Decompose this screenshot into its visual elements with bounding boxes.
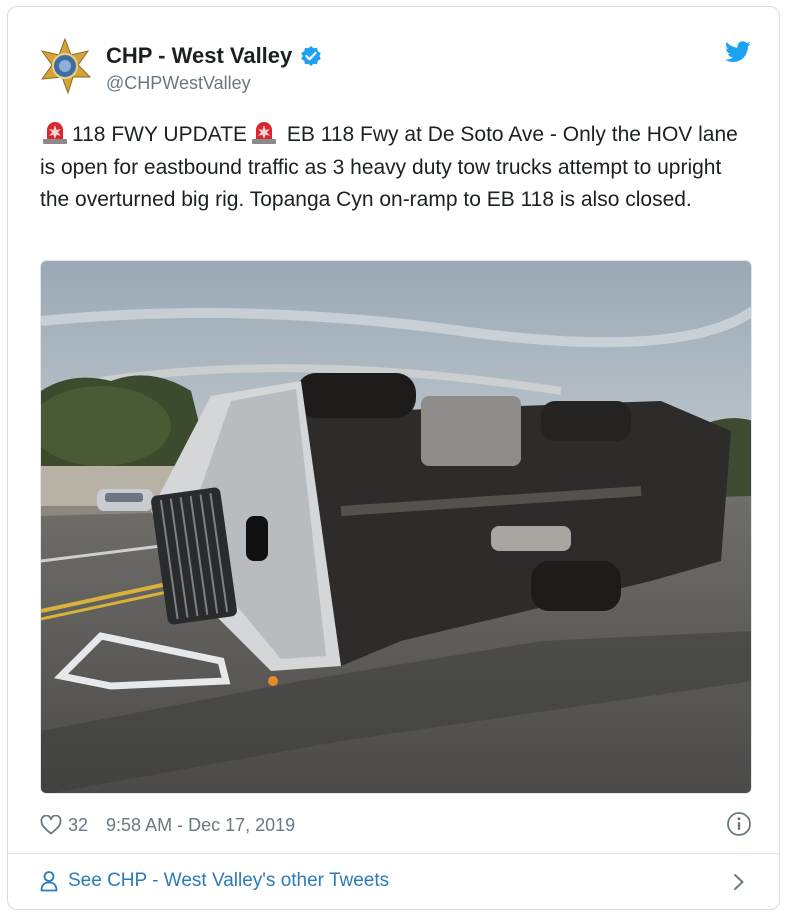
tweet-photo[interactable] xyxy=(40,260,752,794)
tweet-meta: 32 9:58 AM - Dec 17, 2019 xyxy=(40,811,756,839)
author-handle[interactable]: @CHPWestValley xyxy=(106,73,251,94)
twitter-bird-icon[interactable] xyxy=(725,41,751,63)
like-count[interactable]: 32 xyxy=(68,815,88,836)
person-icon xyxy=(40,871,58,892)
see-other-tweets-link[interactable]: See CHP - West Valley's other Tweets xyxy=(40,865,756,897)
chevron-right-icon[interactable] xyxy=(733,873,745,891)
siren-emoji-icon xyxy=(43,122,67,144)
chp-badge-icon[interactable] xyxy=(38,37,92,95)
author-name-label[interactable]: CHP - West Valley xyxy=(106,43,292,69)
tweet-text: 118 FWY UPDATE EB 118 Fwy at De Soto Ave… xyxy=(40,119,752,217)
info-icon[interactable] xyxy=(726,811,752,837)
tweet-card[interactable]: CHP - West Valley @CHPWestValley 118 FWY… xyxy=(7,6,780,910)
tweet-text-headline: 118 FWY UPDATE xyxy=(72,123,248,146)
see-other-tweets-label[interactable]: See CHP - West Valley's other Tweets xyxy=(68,870,389,892)
verified-badge-icon xyxy=(301,46,322,66)
overturned-truck-photo xyxy=(41,261,751,793)
author-name[interactable]: CHP - West Valley xyxy=(106,43,322,69)
tweet-timestamp[interactable]: 9:58 AM - Dec 17, 2019 xyxy=(106,815,295,836)
heart-icon[interactable] xyxy=(40,815,62,835)
siren-emoji-icon xyxy=(252,122,277,144)
footer-divider xyxy=(8,853,779,854)
